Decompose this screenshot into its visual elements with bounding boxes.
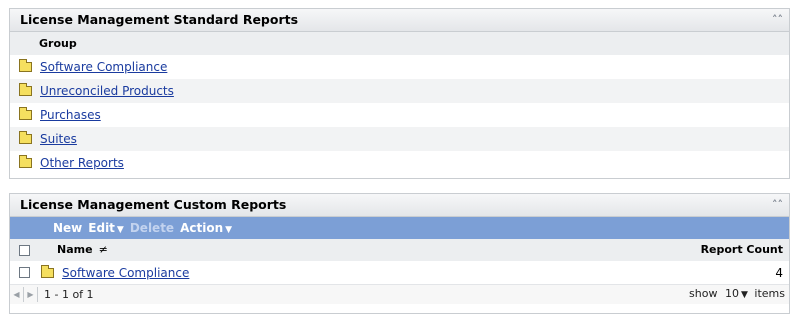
folder-icon <box>19 83 32 96</box>
pagination-footer: ◀ ▶ 1 - 1 of 1 show 10 ▼ items <box>10 285 789 304</box>
folder-icon <box>19 131 32 144</box>
standard-reports-header: License Management Standard Reports ˄˄ <box>10 9 789 32</box>
folder-icon <box>19 59 32 72</box>
report-group-link[interactable]: Suites <box>40 127 77 151</box>
custom-report-link[interactable]: Software Compliance <box>62 266 189 280</box>
list-item: Other Reports <box>10 151 789 175</box>
new-button[interactable]: New <box>53 217 82 239</box>
report-group-link[interactable]: Software Compliance <box>40 55 167 79</box>
page-size-select[interactable]: 10 ▼ <box>725 287 748 300</box>
row-checkbox[interactable] <box>19 267 30 278</box>
report-group-link[interactable]: Unreconciled Products <box>40 79 174 103</box>
edit-label: Edit <box>88 221 115 235</box>
standard-reports-panel: License Management Standard Reports ˄˄ G… <box>9 8 790 179</box>
sort-ascending-icon: ≠ <box>98 243 108 256</box>
items-label: items <box>754 287 785 300</box>
folder-icon <box>19 107 32 120</box>
select-all-checkbox[interactable] <box>19 244 30 256</box>
list-item: Unreconciled Products <box>10 79 789 103</box>
edit-menu-button[interactable]: Edit ▼ <box>88 217 124 239</box>
collapse-icon[interactable]: ˄˄ <box>772 194 783 216</box>
custom-reports-column-headers: Name ≠ Report Count <box>10 239 789 261</box>
show-label: show <box>689 287 718 300</box>
custom-reports-panel: License Management Custom Reports ˄˄ New… <box>9 193 790 314</box>
list-item: Suites <box>10 127 789 151</box>
report-group-link[interactable]: Other Reports <box>40 151 124 175</box>
page-size-control: show 10 ▼ items <box>689 284 785 305</box>
table-row: Software Compliance 4 <box>10 261 789 285</box>
standard-reports-title: License Management Standard Reports <box>20 12 299 27</box>
list-item: Software Compliance <box>10 55 789 79</box>
delete-button[interactable]: Delete <box>130 217 174 239</box>
folder-icon <box>19 155 32 168</box>
report-group-link[interactable]: Purchases <box>40 103 101 127</box>
name-column-label: Name <box>57 243 93 256</box>
next-page-icon[interactable]: ▶ <box>24 287 38 302</box>
list-item: Purchases <box>10 103 789 127</box>
page-size-value: 10 <box>724 287 739 300</box>
collapse-icon[interactable]: ˄˄ <box>772 9 783 31</box>
report-count-column-header: Report Count <box>700 243 783 256</box>
chevron-down-icon: ▼ <box>116 225 124 235</box>
action-menu-button[interactable]: Action ▼ <box>180 217 232 239</box>
chevron-down-icon: ▼ <box>225 225 233 235</box>
name-column-header[interactable]: Name ≠ <box>57 239 108 261</box>
custom-reports-header: License Management Custom Reports ˄˄ <box>10 194 789 217</box>
custom-reports-toolbar: New Edit ▼ Delete Action ▼ <box>10 217 789 239</box>
previous-page-icon[interactable]: ◀ <box>10 287 24 302</box>
report-count-value: 4 <box>775 265 783 280</box>
custom-reports-title: License Management Custom Reports <box>20 197 287 212</box>
action-label: Action <box>180 221 224 235</box>
group-column-header: Group <box>10 32 789 55</box>
folder-icon <box>41 264 54 278</box>
chevron-down-icon: ▼ <box>740 290 748 300</box>
page-info: 1 - 1 of 1 <box>44 288 94 301</box>
